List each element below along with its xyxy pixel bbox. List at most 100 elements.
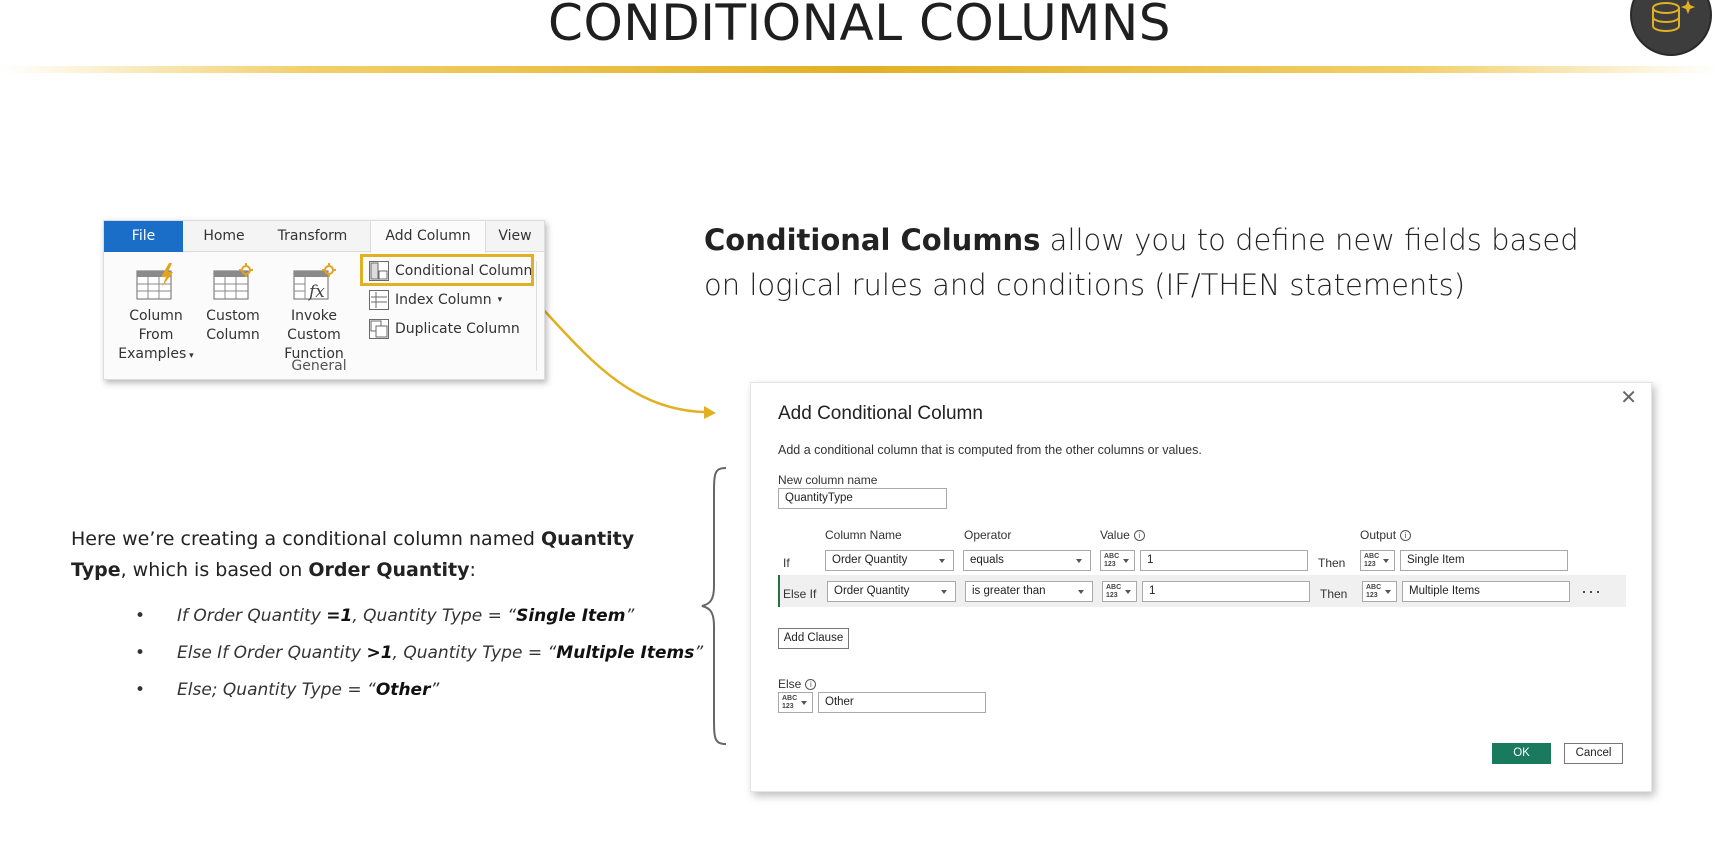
bullet-item: Else; Quantity Type = “Other” xyxy=(135,680,703,717)
bullet-text: , Quantity Type = “ xyxy=(392,643,557,663)
dialog-subtitle: Add a conditional column that is compute… xyxy=(778,443,1202,457)
column-name-header: Column Name xyxy=(825,528,902,542)
add-clause-button[interactable]: Add Clause xyxy=(778,628,849,649)
description-bold: Conditional Columns xyxy=(704,223,1041,257)
value-header: Value i xyxy=(1100,528,1145,542)
bullet-value: Multiple Items xyxy=(556,643,695,663)
table-lightning-icon xyxy=(136,263,173,300)
else-label: Else xyxy=(778,677,802,691)
tab-transform[interactable]: Transform xyxy=(265,221,360,252)
more-options-icon[interactable]: ··· xyxy=(1581,581,1602,602)
conditional-column-highlight xyxy=(360,254,534,286)
column-from-examples-label-1: Column From xyxy=(129,308,183,343)
type-label: 123 xyxy=(1366,592,1378,599)
then-label: Then xyxy=(1318,556,1346,570)
power-query-ribbon: File Home Transform Add Column View Colu… xyxy=(103,220,545,380)
value-header-label: Value xyxy=(1100,528,1130,542)
tab-view[interactable]: View xyxy=(490,221,540,252)
column-name-dropdown[interactable]: Order Quantity xyxy=(825,550,954,571)
new-column-name-input[interactable]: QuantityType xyxy=(778,488,947,509)
bullet-text: , Quantity Type = “ xyxy=(352,606,517,626)
index-column-button[interactable]: Index Column ▾ xyxy=(369,288,502,312)
table-star-icon xyxy=(213,263,253,300)
explanation-bold-2: Order Quantity xyxy=(308,559,470,581)
ribbon-separator xyxy=(536,261,537,371)
bullet-item: Else If Order Quantity >1, Quantity Type… xyxy=(135,643,703,680)
explanation-text-2: , which is based on xyxy=(120,559,309,581)
output-header: Output i xyxy=(1360,528,1412,542)
output-header-label: Output xyxy=(1360,528,1397,542)
duplicate-column-button[interactable]: Duplicate Column xyxy=(369,317,520,341)
type-label: 123 xyxy=(1106,592,1118,599)
bullet-text: Else If Order Quantity xyxy=(177,643,367,663)
description: Conditional Columns allow you to define … xyxy=(704,218,1604,308)
custom-column-label-1: Custom xyxy=(206,308,260,324)
output-input[interactable]: Single Item xyxy=(1400,550,1568,571)
custom-column-button[interactable]: Custom Column xyxy=(204,263,262,345)
tab-add-column[interactable]: Add Column xyxy=(370,221,486,253)
index-column-label: Index Column xyxy=(395,292,492,308)
else-label-group: Else i xyxy=(778,677,817,691)
explanation-text-1: Here we’re creating a conditional column… xyxy=(71,528,541,550)
type-label: 123 xyxy=(1104,561,1116,568)
close-icon[interactable]: ✕ xyxy=(1620,385,1637,410)
invoke-custom-function-label-1: Invoke Custom xyxy=(287,308,341,343)
rule-bullets: If Order Quantity =1, Quantity Type = “S… xyxy=(135,606,703,717)
column-from-examples-button[interactable]: Column From Examples ▾ xyxy=(110,263,202,366)
ok-button[interactable]: OK xyxy=(1492,743,1551,764)
info-icon[interactable]: i xyxy=(1400,530,1412,542)
svg-text:fx: fx xyxy=(307,282,325,302)
type-label: ABC xyxy=(1104,553,1120,560)
type-label: ABC xyxy=(1364,553,1380,560)
add-conditional-column-dialog: Add Conditional Column ✕ Add a condition… xyxy=(750,382,1652,792)
value-type-button[interactable]: ABC 123 xyxy=(1102,581,1137,602)
tab-file[interactable]: File xyxy=(104,221,183,252)
custom-column-label-2: Column xyxy=(206,327,260,343)
column-name-dropdown[interactable]: Order Quantity xyxy=(827,581,956,602)
operator-header: Operator xyxy=(964,528,1012,542)
invoke-custom-function-button[interactable]: fx Invoke Custom Function xyxy=(264,263,364,364)
else-if-label: Else If xyxy=(783,587,817,601)
bullet-quote: ” xyxy=(430,680,440,700)
type-label: ABC xyxy=(1106,584,1122,591)
operator-dropdown[interactable]: equals xyxy=(963,550,1091,571)
curly-brace xyxy=(701,467,727,745)
value-input[interactable]: 1 xyxy=(1142,581,1310,602)
ribbon-tabs: File Home Transform Add Column View xyxy=(104,221,544,253)
duplicate-column-label: Duplicate Column xyxy=(395,321,520,337)
bullet-item: If Order Quantity =1, Quantity Type = “S… xyxy=(135,606,703,643)
index-column-icon xyxy=(369,290,389,310)
ribbon-group-label: General xyxy=(291,358,347,374)
type-label: ABC xyxy=(782,695,798,702)
bullet-value: Single Item xyxy=(516,606,626,626)
new-column-name-label: New column name xyxy=(778,473,878,487)
bullet-text: If Order Quantity xyxy=(177,606,327,626)
explanation: Here we’re creating a conditional column… xyxy=(71,524,691,586)
bullet-text: Else; Quantity Type = “ xyxy=(177,680,376,700)
if-label: If xyxy=(783,556,790,570)
bullet-operator: =1 xyxy=(326,606,353,626)
output-input[interactable]: Multiple Items xyxy=(1402,581,1570,602)
else-value-input[interactable]: Other xyxy=(818,692,986,713)
cancel-button[interactable]: Cancel xyxy=(1564,743,1623,764)
operator-dropdown[interactable]: is greater than xyxy=(965,581,1093,602)
type-label: 123 xyxy=(1364,561,1376,568)
bullet-value: Other xyxy=(375,680,431,700)
else-type-button[interactable]: ABC 123 xyxy=(778,692,813,713)
then-label: Then xyxy=(1320,587,1348,601)
tab-home[interactable]: Home xyxy=(183,221,265,252)
bullet-operator: >1 xyxy=(366,643,393,663)
info-icon[interactable]: i xyxy=(805,679,817,691)
chevron-down-icon: ▾ xyxy=(497,295,503,305)
type-label: ABC xyxy=(1366,584,1382,591)
duplicate-column-icon xyxy=(369,319,389,339)
value-input[interactable]: 1 xyxy=(1140,550,1308,571)
output-type-button[interactable]: ABC 123 xyxy=(1360,550,1395,571)
value-type-button[interactable]: ABC 123 xyxy=(1100,550,1135,571)
explanation-text-3: : xyxy=(469,559,476,581)
type-label: 123 xyxy=(782,703,794,710)
info-icon[interactable]: i xyxy=(1133,530,1145,542)
dialog-title: Add Conditional Column xyxy=(778,403,983,424)
bullet-quote: ” xyxy=(625,606,635,626)
output-type-button[interactable]: ABC 123 xyxy=(1362,581,1397,602)
